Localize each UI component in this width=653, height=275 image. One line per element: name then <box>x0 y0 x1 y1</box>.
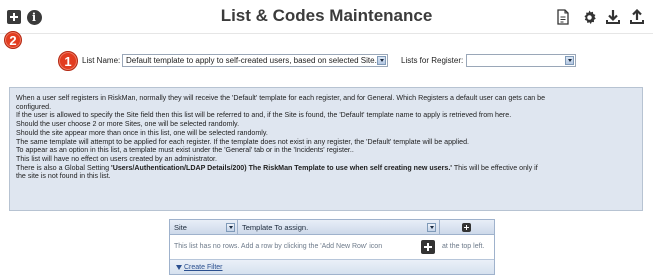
column-header-template[interactable]: Template To assign. <box>238 220 440 235</box>
empty-text: This list has no rows. Add a row by clic… <box>174 243 383 250</box>
column-header-label: Template To assign. <box>242 223 309 232</box>
download-icon[interactable] <box>603 7 623 27</box>
chevron-down-icon[interactable] <box>427 223 436 232</box>
info-line: To appear as an option in this list, a t… <box>16 146 354 155</box>
step-badge-2: 2 <box>4 31 22 49</box>
filter-icon <box>176 265 182 270</box>
info-line: The same template will attempt to be app… <box>16 137 470 146</box>
chevron-down-icon <box>565 56 574 65</box>
info-line: When a user self registers in RiskMan, n… <box>16 94 546 102</box>
global-setting-note: There is also a Global Setting 'Users/Au… <box>16 164 638 173</box>
gear-icon[interactable] <box>579 7 599 27</box>
list-name-select[interactable]: Default template to apply to self-create… <box>122 54 388 67</box>
global-setting-suffix: This will be effective only if <box>451 163 538 172</box>
site-template-grid: Site Template To assign. This list has n… <box>169 219 495 275</box>
column-header-label: Site <box>174 223 187 232</box>
add-new-row-icon[interactable] <box>462 223 471 232</box>
create-filter-link[interactable]: Create Filter <box>184 264 223 271</box>
info-line: If the user is allowed to specify the Si… <box>16 111 512 120</box>
lists-for-register-select[interactable] <box>466 54 576 67</box>
info-line: This list will have no effect on users c… <box>16 154 217 163</box>
global-setting-name: 'Users/Authentication/LDAP Details/200) … <box>111 163 452 172</box>
step-badge-1: 1 <box>58 51 78 71</box>
lists-for-register-label: Lists for Register: <box>401 56 464 65</box>
grid-header: Site Template To assign. <box>170 220 494 235</box>
info-line: Should the user choose 2 or more Sites, … <box>16 120 240 129</box>
info-line: Should the site appear more than once in… <box>16 128 268 137</box>
upload-icon[interactable] <box>627 7 647 27</box>
title-bar: i List & Codes Maintenance <box>0 0 653 34</box>
info-panel: When a user self registers in RiskMan, n… <box>9 87 643 211</box>
document-icon[interactable] <box>553 7 573 27</box>
info-line: the site is not found in this list. <box>16 172 111 181</box>
list-name-label: List Name: <box>82 56 121 65</box>
grid-empty-message: This list has no rows. Add a row by clic… <box>170 235 494 259</box>
info-line: configured. <box>16 102 52 111</box>
global-setting-prefix: There is also a Global Setting <box>16 163 112 172</box>
list-name-value: Default template to apply to self-create… <box>126 56 377 65</box>
grid-footer: Create Filter <box>170 259 494 274</box>
add-row-icon <box>421 240 435 254</box>
chevron-down-icon[interactable] <box>226 223 235 232</box>
chevron-down-icon <box>377 56 386 65</box>
empty-text-after: at the top left. <box>442 243 485 250</box>
